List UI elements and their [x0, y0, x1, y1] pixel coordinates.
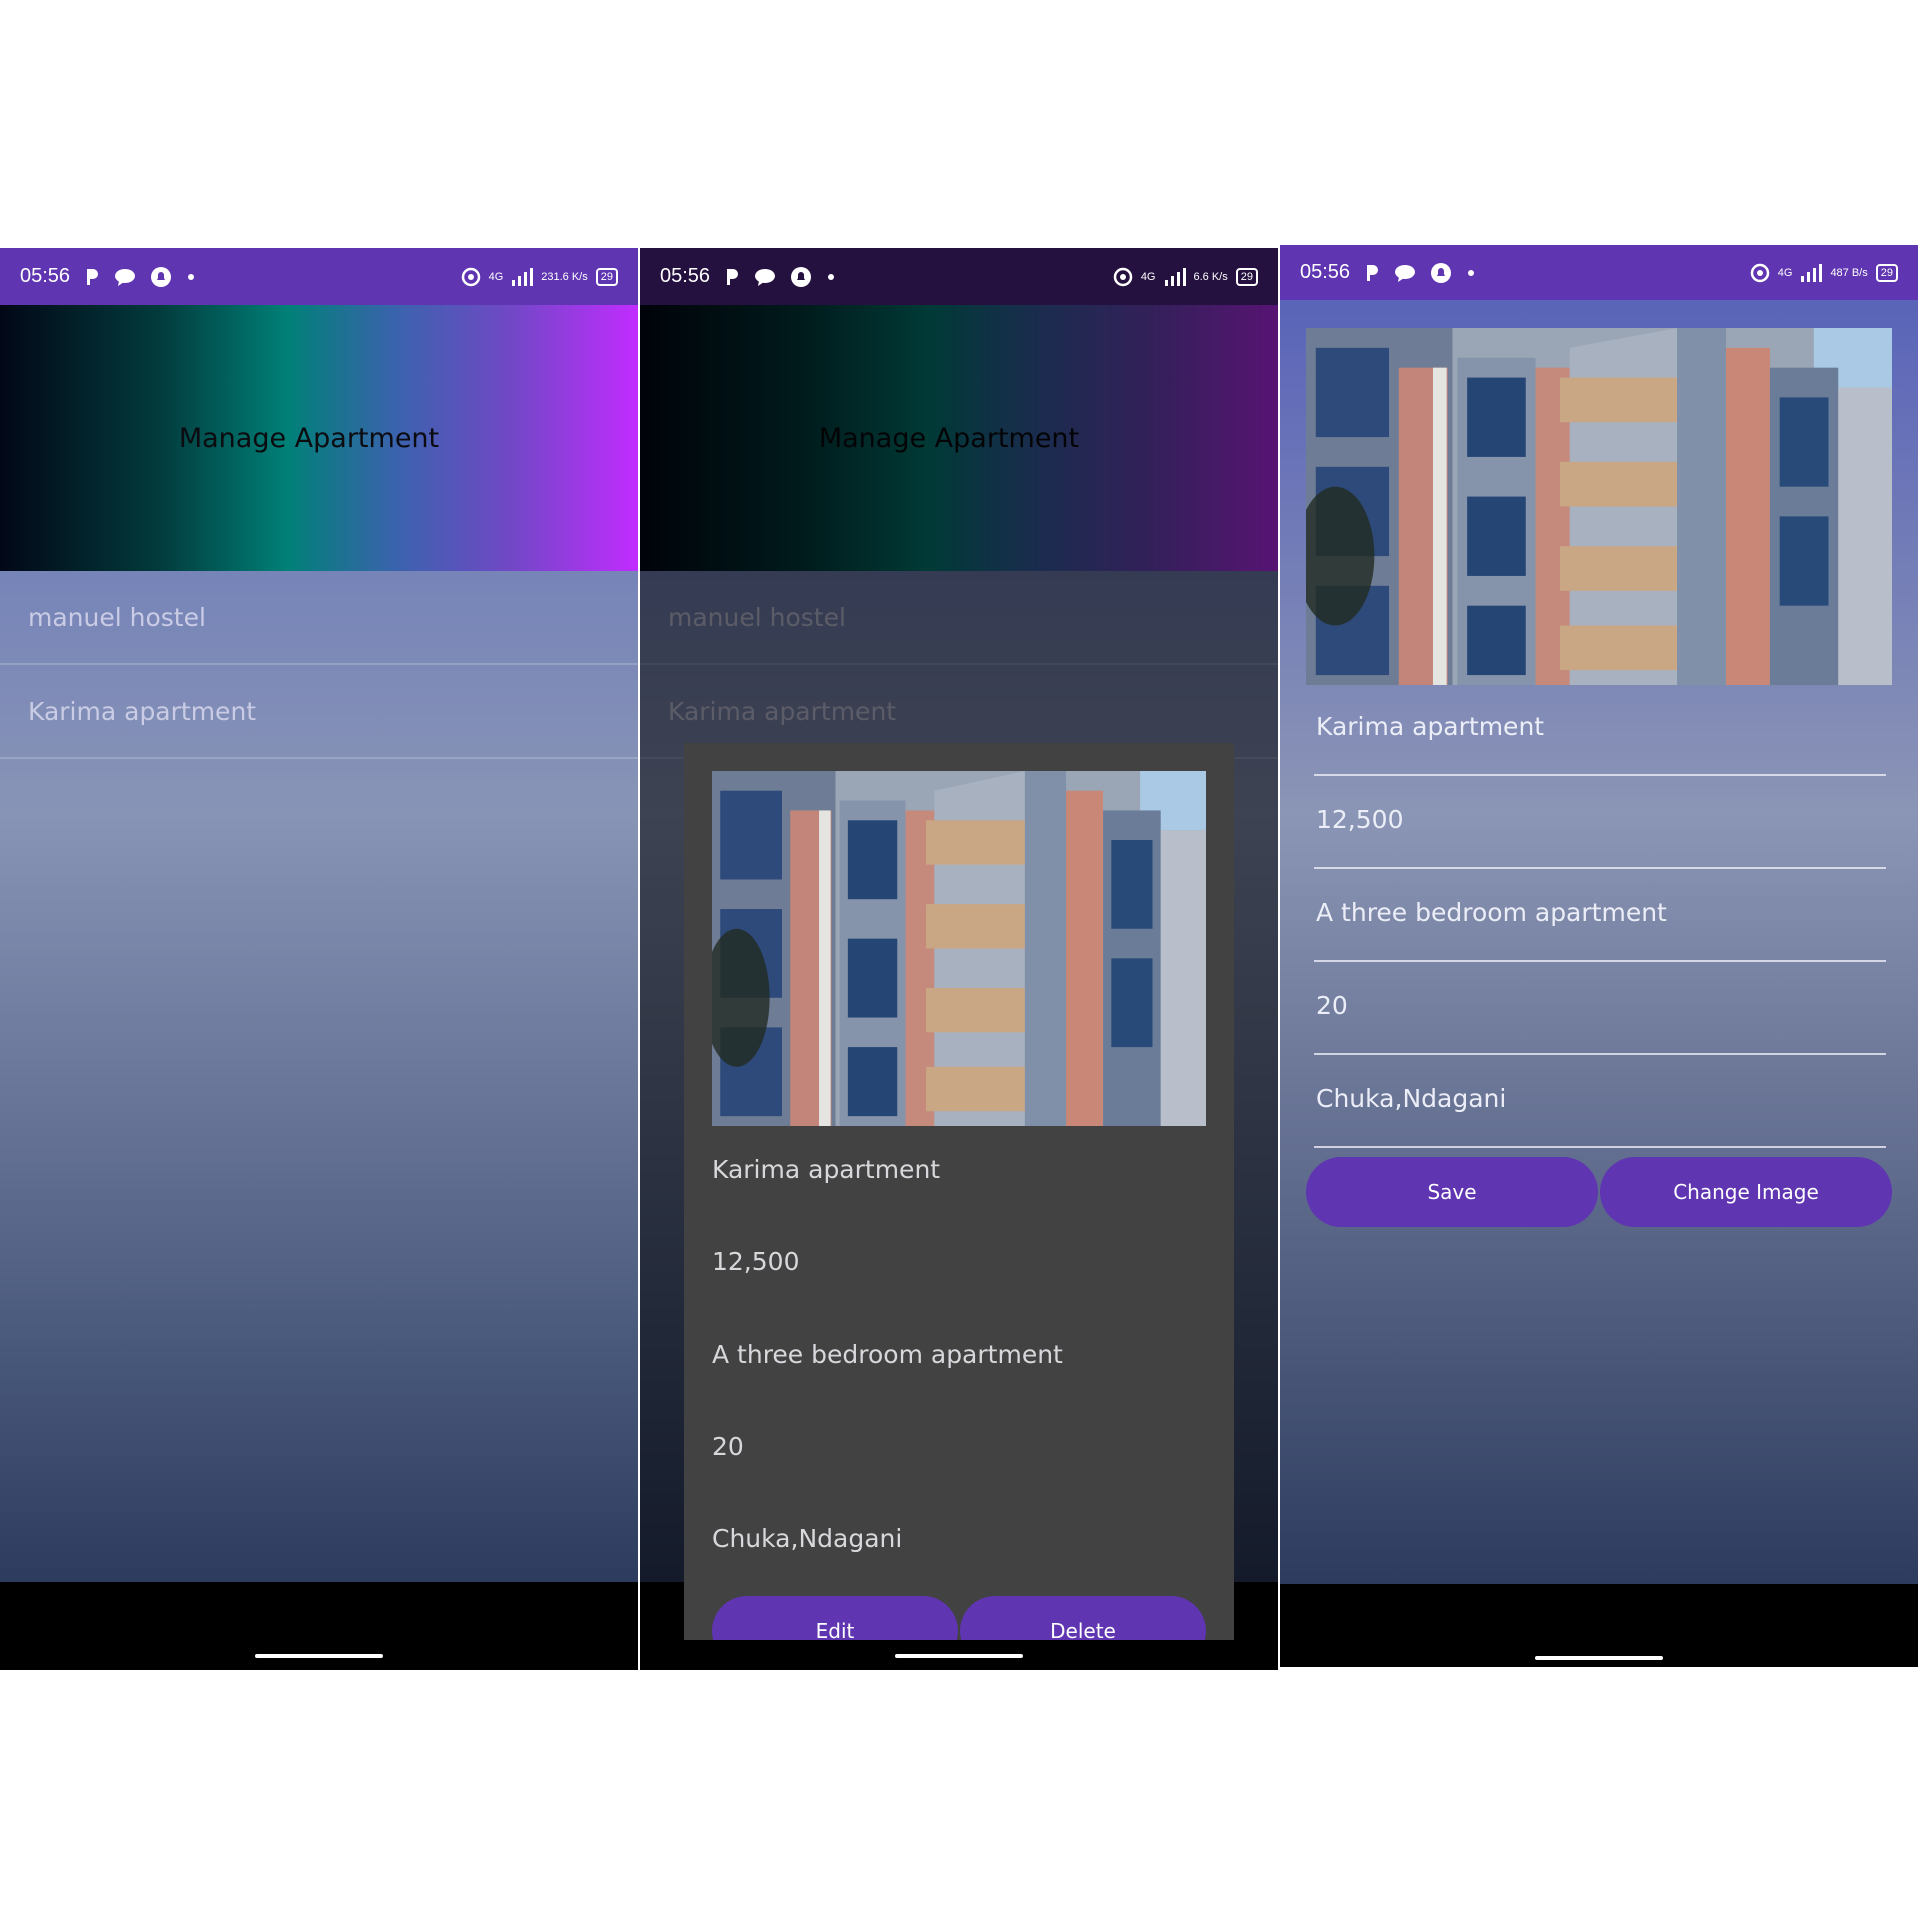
network-type: 4G — [1140, 270, 1156, 283]
list-item-label: manuel hostel — [28, 602, 206, 632]
dot-icon — [186, 272, 196, 282]
signal-icon — [1800, 263, 1823, 282]
apartment-location: Chuka,Ndagani — [712, 1524, 903, 1553]
apartment-description: A three bedroom apartment — [712, 1340, 1063, 1369]
battery-icon: 29 — [1235, 267, 1258, 286]
phone-screen-list: 05:56 4G 231.6 K/s 29 Manage Apartment m… — [0, 248, 638, 1670]
network-speed: 6.6 K/s — [1193, 270, 1228, 283]
apartment-units: 20 — [712, 1432, 744, 1461]
list-item-label: Karima apartment — [28, 696, 257, 726]
status-bar: 05:56 4G 231.6 K/s 29 — [0, 248, 638, 305]
apartment-photo — [712, 771, 1206, 1126]
apartment-photo[interactable] — [1306, 328, 1892, 685]
signal-icon — [1164, 267, 1186, 286]
dot-icon — [826, 272, 836, 282]
notification-bell-icon — [790, 266, 812, 288]
list-screen: Manage Apartment manuel hostel Karima ap… — [0, 305, 638, 1582]
home-indicator[interactable] — [1535, 1656, 1663, 1660]
hotspot-icon — [1750, 263, 1770, 283]
status-time: 05:56 — [20, 265, 71, 287]
description-field[interactable]: A three bedroom apartment — [1314, 898, 1886, 962]
home-indicator[interactable] — [255, 1654, 383, 1658]
price-field[interactable]: 12,500 — [1314, 805, 1886, 869]
list-item-apartment[interactable]: manuel hostel — [0, 571, 638, 665]
notification-bell-icon — [150, 266, 172, 288]
dot-icon — [1466, 268, 1476, 278]
apartment-detail-dialog: Karima apartment 12,500 A three bedroom … — [684, 743, 1234, 1670]
apartment-name: Karima apartment — [712, 1155, 941, 1184]
phone-screen-edit: 05:56 4G 487 B/s 29 Karima apartment 12,… — [1280, 245, 1918, 1667]
chat-bubble-icon — [114, 268, 136, 286]
navigation-bar — [1280, 1642, 1918, 1667]
change-image-button[interactable]: Change Image — [1600, 1157, 1892, 1227]
network-speed: 487 B/s — [1830, 266, 1868, 279]
edit-screen: Karima apartment 12,500 A three bedroom … — [1280, 300, 1918, 1584]
page-title: Manage Apartment — [178, 422, 440, 454]
status-time: 05:56 — [660, 265, 711, 287]
status-time: 05:56 — [1300, 261, 1351, 283]
network-type: 4G — [488, 270, 504, 283]
battery-icon: 29 — [1875, 263, 1898, 282]
chat-bubble-icon — [1394, 264, 1416, 282]
navigation-bar — [640, 1640, 1278, 1670]
app-header: Manage Apartment — [0, 305, 638, 571]
navigation-bar — [0, 1640, 638, 1670]
network-type: 4G — [1777, 266, 1793, 279]
status-bar: 05:56 4G 487 B/s 29 — [1280, 245, 1918, 300]
chat-bubble-icon — [754, 268, 776, 286]
list-item-apartment[interactable]: Karima apartment — [0, 665, 638, 759]
parking-icon — [724, 267, 740, 287]
units-field[interactable]: 20 — [1314, 991, 1886, 1055]
hotspot-icon — [1113, 267, 1133, 287]
battery-icon: 29 — [595, 267, 618, 286]
save-button[interactable]: Save — [1306, 1157, 1598, 1227]
name-field[interactable]: Karima apartment — [1314, 712, 1886, 776]
network-speed: 231.6 K/s — [541, 270, 588, 283]
home-indicator[interactable] — [895, 1654, 1023, 1658]
phone-screen-dialog: 05:56 4G 6.6 K/s 29 Manage Apartment — [640, 248, 1278, 1670]
notification-bell-icon — [1430, 262, 1452, 284]
parking-icon — [1364, 263, 1380, 283]
signal-icon — [511, 267, 534, 286]
parking-icon — [84, 267, 100, 287]
status-bar: 05:56 4G 6.6 K/s 29 — [640, 248, 1278, 305]
location-field[interactable]: Chuka,Ndagani — [1314, 1084, 1886, 1148]
apartment-price: 12,500 — [712, 1247, 800, 1276]
hotspot-icon — [461, 267, 481, 287]
